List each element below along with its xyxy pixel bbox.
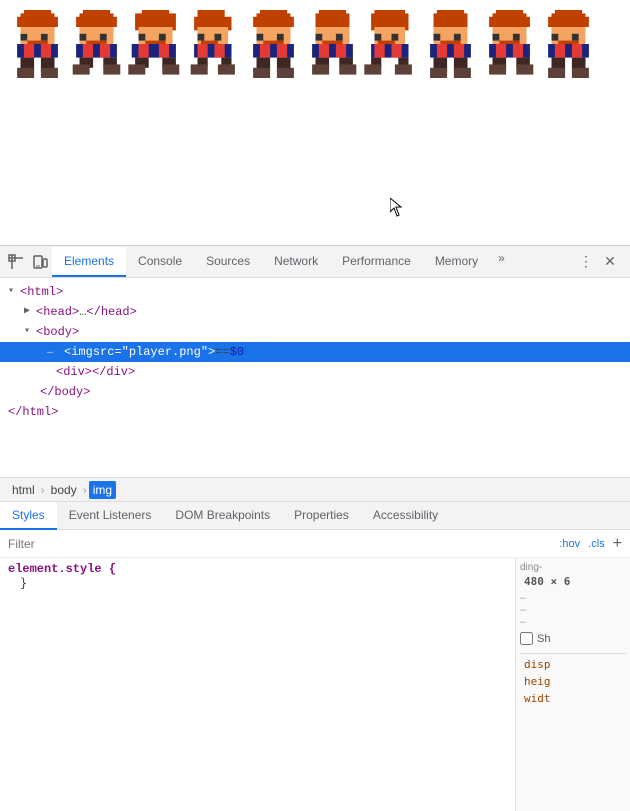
breadcrumb: html › body › img xyxy=(0,477,630,501)
dom-img[interactable]: … <img src="player.png"> == $0 xyxy=(0,342,630,362)
tabs-overflow-button[interactable]: » xyxy=(490,247,513,277)
dom-tree[interactable]: ▾ <html> ▶ <head>…</head> ▾ <body> … <im… xyxy=(0,278,630,477)
equals-sign: == xyxy=(215,343,229,361)
element-style-rule: element.style { } xyxy=(8,562,507,590)
tab-sources[interactable]: Sources xyxy=(194,247,262,277)
sprite-7 xyxy=(364,10,419,78)
element-style-close: } xyxy=(8,576,507,590)
dash3: – xyxy=(520,616,626,628)
webpage-content xyxy=(0,0,630,245)
img-tag-open: <img xyxy=(64,343,93,361)
box-model-size: 480 × 6 xyxy=(520,575,626,588)
styles-filter-input[interactable] xyxy=(8,537,551,551)
styles-panel: element.style { } ding- 480 × 6 – – – Sh xyxy=(0,558,630,811)
box-model-label: ding- xyxy=(520,562,626,573)
styles-left: element.style { } xyxy=(0,558,515,811)
head-ellipsis: … xyxy=(79,303,86,321)
tab-performance[interactable]: Performance xyxy=(330,247,423,277)
tab-network[interactable]: Network xyxy=(262,247,330,277)
sprite-5 xyxy=(246,10,301,78)
breadcrumb-body[interactable]: body xyxy=(47,481,81,499)
sprite-9 xyxy=(482,10,537,78)
triangle-head[interactable]: ▶ xyxy=(24,303,36,321)
element-style-selector: element.style { xyxy=(8,562,507,576)
styles-toolbar: :hov .cls + xyxy=(0,530,630,558)
breadcrumb-html[interactable]: html xyxy=(8,481,39,499)
show-checkbox-row: Sh xyxy=(520,632,626,645)
css-prop-width: widt xyxy=(520,692,626,705)
ellipsis-button[interactable]: … xyxy=(40,344,60,360)
css-props-section: disp heig widt xyxy=(520,653,626,705)
dom-html[interactable]: ▾ <html> xyxy=(0,282,630,302)
attr-src: src= xyxy=(93,343,122,361)
html-close-tag: </html> xyxy=(8,403,58,421)
sprite-3 xyxy=(128,10,183,78)
html-tag: <html> xyxy=(20,283,63,301)
sprite-container xyxy=(0,0,630,88)
head-tag: <head> xyxy=(36,303,79,321)
tab-elements[interactable]: Elements xyxy=(52,247,126,277)
dollar-zero: $0 xyxy=(230,343,244,361)
settings-icon[interactable]: ⋮ xyxy=(574,250,598,274)
sprite-4 xyxy=(187,10,242,78)
body-open-tag: <body> xyxy=(36,323,79,341)
close-devtools-icon[interactable]: ✕ xyxy=(598,250,622,274)
cls-button[interactable]: .cls xyxy=(588,538,605,550)
css-prop-display: disp xyxy=(520,658,626,671)
dash1: – xyxy=(520,592,626,604)
dom-head[interactable]: ▶ <head>…</head> xyxy=(0,302,630,322)
hov-button[interactable]: :hov xyxy=(559,538,580,550)
inspect-element-icon[interactable] xyxy=(4,250,28,274)
devtools-panel: Elements Console Sources Network Perform… xyxy=(0,245,630,811)
body-close-tag: </body> xyxy=(40,383,90,401)
breadcrumb-img[interactable]: img xyxy=(89,481,116,499)
dom-body-open[interactable]: ▾ <body> xyxy=(0,322,630,342)
css-prop-height: heig xyxy=(520,675,626,688)
sprite-1 xyxy=(10,10,65,78)
dash2: – xyxy=(520,604,626,616)
sprite-6 xyxy=(305,10,360,78)
sprite-2 xyxy=(69,10,124,78)
add-style-button[interactable]: + xyxy=(613,535,622,553)
img-tag-close: > xyxy=(208,343,215,361)
dom-body-close[interactable]: </body> xyxy=(0,382,630,402)
tab-memory[interactable]: Memory xyxy=(423,247,490,277)
tab-event-listeners[interactable]: Event Listeners xyxy=(57,502,164,530)
tab-styles[interactable]: Styles xyxy=(0,502,57,530)
triangle-html[interactable]: ▾ xyxy=(8,283,20,301)
show-checkbox[interactable] xyxy=(520,632,533,645)
bottom-tabs: Styles Event Listeners DOM Breakpoints P… xyxy=(0,502,630,530)
devtools-toolbar: Elements Console Sources Network Perform… xyxy=(0,246,630,278)
head-close-tag: </head> xyxy=(86,303,136,321)
div-tag: <div></div> xyxy=(56,363,135,381)
dom-div-empty[interactable]: <div></div> xyxy=(0,362,630,382)
bottom-panel: Styles Event Listeners DOM Breakpoints P… xyxy=(0,501,630,811)
show-label: Sh xyxy=(537,633,550,645)
mouse-cursor xyxy=(390,198,406,218)
tab-dom-breakpoints[interactable]: DOM Breakpoints xyxy=(163,502,282,530)
dom-html-close[interactable]: </html> xyxy=(0,402,630,422)
sprite-8 xyxy=(423,10,478,78)
triangle-body[interactable]: ▾ xyxy=(24,323,36,341)
elements-panel: ▾ <html> ▶ <head>…</head> ▾ <body> … <im… xyxy=(0,278,630,501)
tab-console[interactable]: Console xyxy=(126,247,194,277)
tab-properties[interactable]: Properties xyxy=(282,502,361,530)
sprite-10 xyxy=(541,10,596,78)
element-style-label: element.style { xyxy=(8,562,116,576)
box-model-panel: ding- 480 × 6 – – – Sh disp heig widt xyxy=(515,558,630,811)
device-toolbar-icon[interactable] xyxy=(28,250,52,274)
attr-src-val: "player.png" xyxy=(122,343,208,361)
tab-accessibility[interactable]: Accessibility xyxy=(361,502,450,530)
